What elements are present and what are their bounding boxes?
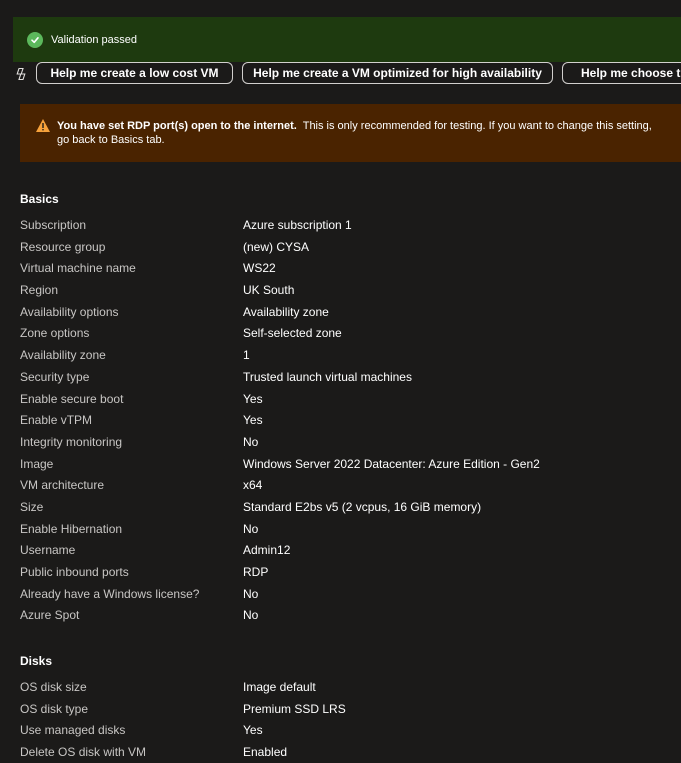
summary-value: No: [243, 608, 259, 623]
rdp-warning-banner: You have set RDP port(s) open to the int…: [20, 104, 681, 162]
summary-label: Azure Spot: [20, 608, 80, 623]
summary-label: VM architecture: [20, 478, 105, 493]
summary-row: Delete OS disk with VM Enabled: [20, 745, 680, 763]
summary-label: Integrity monitoring: [20, 434, 123, 449]
summary-label: Username: [20, 543, 76, 558]
validation-banner: Validation passed: [13, 17, 681, 62]
summary-value: UK South: [243, 283, 295, 298]
summary-row: VM architecture x64: [20, 478, 680, 500]
summary-value: No: [243, 586, 259, 601]
summary-row: Image Windows Server 2022 Datacenter: Azu…: [20, 457, 680, 479]
summary-label: Virtual machine name: [20, 261, 136, 276]
high-availability-vm-suggestion-button[interactable]: Help me create a VM optimized for high a…: [242, 62, 553, 84]
summary-label: OS disk type: [20, 701, 89, 716]
summary-value: Yes: [243, 391, 263, 406]
summary-value: Availability zone: [243, 304, 329, 319]
summary-row: OS disk size Image default: [20, 680, 680, 702]
summary-value: Windows Server 2022 Datacenter: Azure Ed…: [243, 456, 540, 471]
summary-label: Availability zone: [20, 348, 106, 363]
summary-row: Security type Trusted launch virtual mach…: [20, 370, 680, 392]
warning-icon: [35, 118, 51, 133]
summary-value: (new) CYSA: [243, 239, 310, 254]
summary-label: Resource group: [20, 239, 106, 254]
summary-value: Admin12: [243, 543, 291, 558]
summary-value: Self-selected zone: [243, 326, 342, 341]
basics-summary: Subscription Azure subscription 1 Resource…: [20, 218, 680, 630]
summary-label: Delete OS disk with VM: [20, 745, 147, 760]
summary-label: Region: [20, 283, 59, 298]
summary-value: x64: [243, 478, 263, 493]
summary-label: Use managed disks: [20, 723, 126, 738]
summary-label: Public inbound ports: [20, 565, 129, 579]
basics-heading: Basics: [20, 192, 59, 206]
summary-label: Security type: [20, 369, 90, 384]
summary-value: WS22: [243, 261, 276, 276]
summary-value: Yes: [243, 413, 263, 428]
disks-heading: Disks: [20, 654, 53, 668]
summary-row: Availability options Availability zone: [20, 305, 680, 327]
copilot-icon: [14, 67, 28, 81]
summary-label: Zone options: [20, 326, 90, 341]
summary-label: Enable vTPM: [20, 413, 93, 428]
validation-text: Validation passed: [51, 33, 138, 46]
summary-value: No: [243, 434, 259, 449]
summary-value: Enabled: [243, 745, 288, 760]
summary-value: 1: [243, 348, 250, 363]
summary-value: No: [243, 521, 259, 536]
summary-row: OS disk type Premium SSD LRS: [20, 702, 680, 724]
checkmark-icon: [27, 31, 43, 48]
summary-label: Already have a Windows license?: [20, 586, 200, 601]
summary-row: Subscription Azure subscription 1: [20, 218, 680, 240]
summary-row: Size Standard E2bs v5 (2 vcpus, 16 GiB me…: [20, 500, 680, 522]
summary-row: Virtual machine name WS22: [20, 261, 680, 283]
warning-bold-text: You have set RDP port(s) open to the int…: [57, 120, 297, 132]
summary-row: Use managed disks Yes: [20, 723, 680, 745]
summary-value: Yes: [243, 723, 263, 738]
summary-value: Image default: [243, 680, 316, 694]
summary-row: Resource group (new) CYSA: [20, 240, 680, 262]
summary-label: OS disk size: [20, 680, 87, 694]
summary-row: Region UK South: [20, 283, 680, 305]
summary-row: Enable vTPM Yes: [20, 413, 680, 435]
summary-label: Enable secure boot: [20, 391, 124, 406]
summary-row: Public inbound ports RDP: [20, 565, 680, 587]
summary-row: Username Admin12: [20, 543, 680, 565]
summary-value: Azure subscription 1: [243, 218, 352, 232]
summary-row: Enable secure boot Yes: [20, 392, 680, 414]
review-create-page: Validation passed Help me create a low c…: [0, 0, 681, 763]
summary-row: Already have a Windows license? No: [20, 587, 680, 609]
warning-message: You have set RDP port(s) open to the int…: [57, 119, 667, 147]
summary-label: Image: [20, 456, 54, 471]
choose-suggestion-button[interactable]: Help me choose th: [562, 62, 681, 84]
summary-row: Azure Spot No: [20, 608, 680, 630]
summary-row: Enable Hibernation No: [20, 522, 680, 544]
summary-value: RDP: [243, 565, 269, 579]
summary-value: Standard E2bs v5 (2 vcpus, 16 GiB memory…: [243, 499, 482, 514]
summary-value: Trusted launch virtual machines: [243, 369, 412, 384]
disks-summary: OS disk size Image default OS disk type Pre…: [20, 680, 680, 763]
summary-value: Premium SSD LRS: [243, 701, 346, 716]
summary-label: Subscription: [20, 218, 87, 232]
summary-label: Enable Hibernation: [20, 521, 123, 536]
summary-row: Zone options Self-selected zone: [20, 326, 680, 348]
summary-label: Size: [20, 499, 44, 514]
summary-label: Availability options: [20, 304, 119, 319]
low-cost-vm-suggestion-button[interactable]: Help me create a low cost VM: [36, 62, 233, 84]
summary-row: Availability zone 1: [20, 348, 680, 370]
summary-row: Integrity monitoring No: [20, 435, 680, 457]
